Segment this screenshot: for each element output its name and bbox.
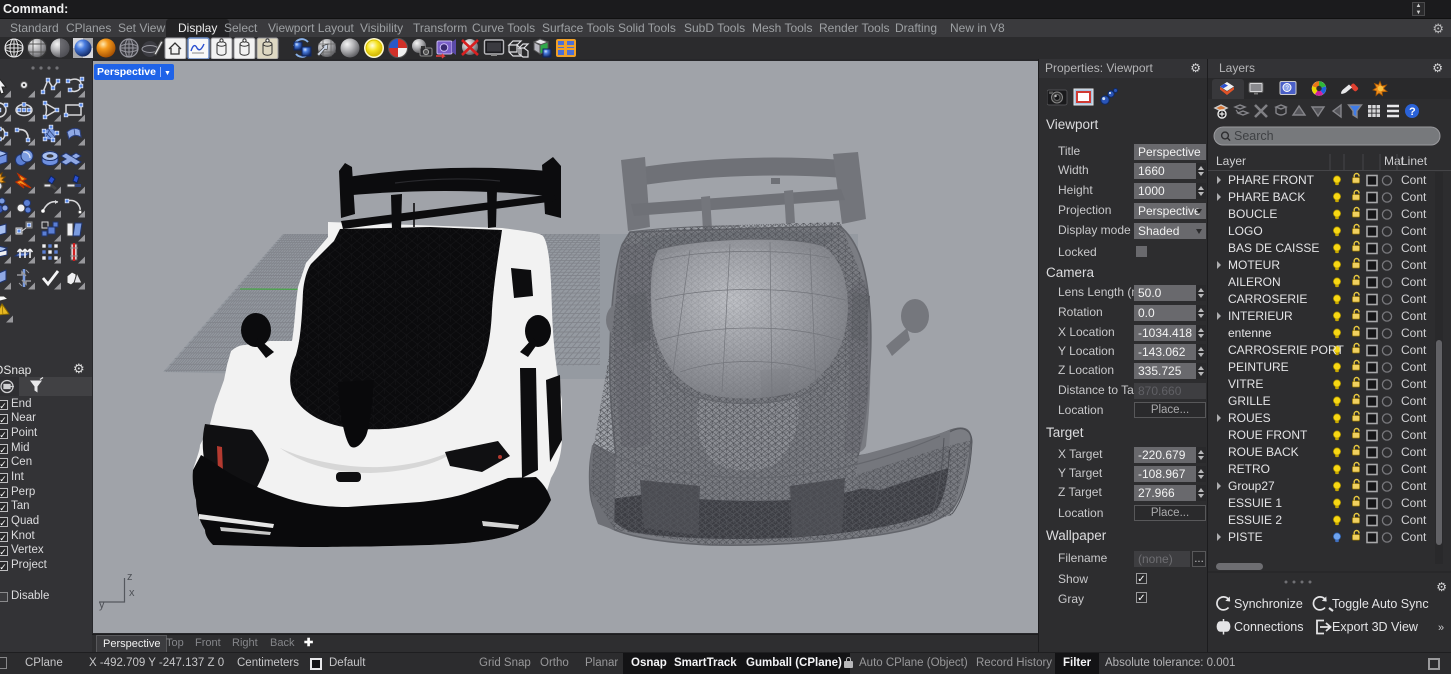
- svg-text:y: y: [99, 599, 105, 611]
- svg-text:x: x: [129, 587, 135, 599]
- svg-text:»: »: [1438, 622, 1444, 634]
- svg-text:z: z: [127, 571, 133, 583]
- svg-text:?: ?: [1409, 106, 1416, 118]
- svg-text:Linet: Linet: [1401, 154, 1428, 168]
- svg-text:Layer: Layer: [1216, 154, 1246, 168]
- svg-text:Search: Search: [1234, 129, 1274, 143]
